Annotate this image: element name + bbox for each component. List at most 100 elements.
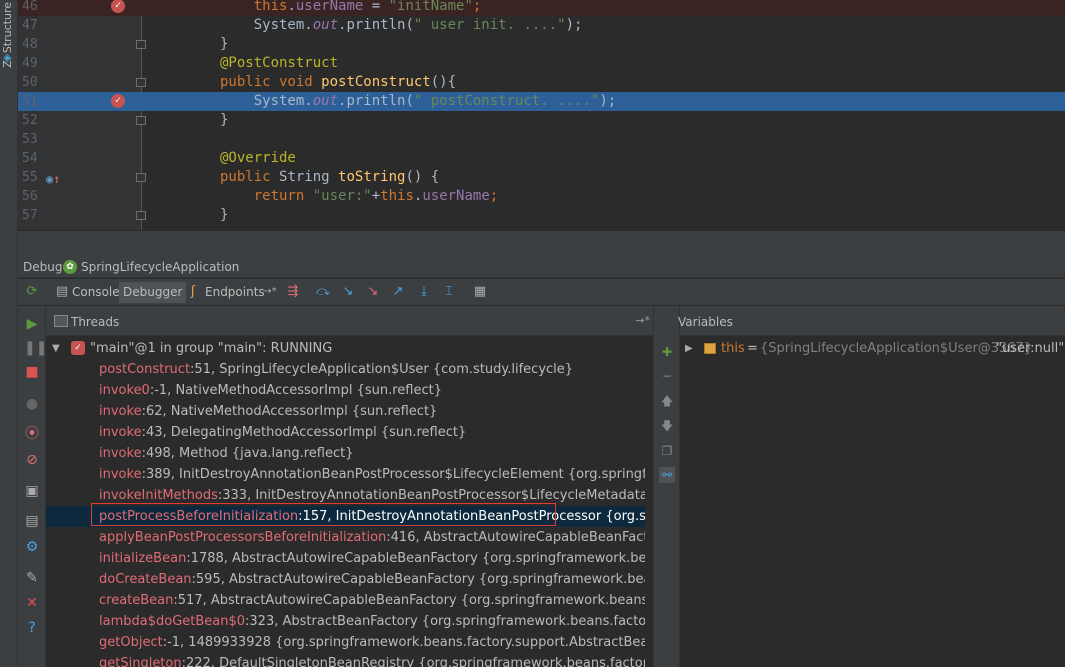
stack-frame[interactable]: createBean:517, AbstractAutowireCapableB…: [46, 590, 653, 611]
line-number[interactable]: 52: [22, 111, 42, 130]
line-number[interactable]: 55: [22, 168, 42, 187]
variables-header: Variables: [678, 306, 1065, 336]
code-token: out: [312, 17, 339, 33]
code-line[interactable]: 54 @Override: [18, 149, 1065, 168]
threads-scrollbar[interactable]: [645, 338, 653, 667]
line-number[interactable]: 50: [22, 73, 42, 92]
debug-config-tab[interactable]: SpringLifecycleApplication: [81, 260, 239, 274]
code-text: }: [220, 206, 228, 225]
move-down-icon[interactable]: 🡇: [659, 418, 675, 434]
evaluate-expression-icon[interactable]: ▦: [472, 284, 488, 300]
structure-tool-strip[interactable]: Z: Structure ◈: [0, 0, 18, 667]
frame-location: :43, DelegatingMethodAccessorImpl {sun.r…: [141, 425, 467, 440]
thread-main[interactable]: ▼ ✓ "main"@1 in group "main": RUNNING: [46, 338, 653, 359]
move-up-icon[interactable]: 🡅: [659, 393, 675, 409]
show-watches-icon[interactable]: ⚯: [659, 467, 675, 483]
stack-frame[interactable]: postConstruct:51, SpringLifecycleApplica…: [46, 359, 653, 380]
variable-row-this[interactable]: ▶ this = {SpringLifecycleApplication$Use…: [680, 338, 1065, 359]
breakpoint-icon[interactable]: ✓: [111, 0, 125, 13]
line-number[interactable]: 56: [22, 187, 42, 206]
stack-frame[interactable]: invoke:389, InitDestroyAnnotationBeanPos…: [46, 464, 653, 485]
frame-location: :222, DefaultSingletonBeanRegistry {org.…: [181, 656, 653, 667]
close-icon[interactable]: ✕: [24, 595, 40, 611]
code-text: public String toString() {: [220, 168, 439, 187]
pin-tab-icon[interactable]: →*: [262, 284, 278, 300]
breakpoint-settings-icon[interactable]: ⊘: [24, 452, 40, 468]
code-text: public void postConstruct(){: [220, 73, 456, 92]
code-line[interactable]: 50 public void postConstruct(){: [18, 73, 1065, 92]
tab-debugger[interactable]: Debugger: [119, 282, 187, 303]
code-line[interactable]: 56 return "user:"+this.userName;: [18, 187, 1065, 206]
line-number[interactable]: 54: [22, 149, 42, 168]
thread-breakpoint-icon: ✓: [71, 341, 85, 355]
threads-pin-icon[interactable]: →*: [635, 314, 650, 327]
code-line[interactable]: 57}: [18, 206, 1065, 225]
code-line[interactable]: 47 System.out.println(" user init. ...."…: [18, 16, 1065, 35]
pin-icon[interactable]: ✎: [24, 570, 40, 586]
code-line[interactable]: 55 ◉↑ public String toString() {: [18, 168, 1065, 187]
frame-location: :416, AbstractAutowireCapableBeanFactory…: [386, 530, 654, 545]
line-number[interactable]: 49: [22, 54, 42, 73]
stack-frame[interactable]: applyBeanPostProcessorsBeforeInitializat…: [46, 527, 654, 548]
view-breakpoints-icon[interactable]: ●: [24, 396, 40, 412]
code-line[interactable]: 53: [18, 130, 1065, 149]
resume-icon[interactable]: ▶: [24, 316, 40, 332]
stack-frame[interactable]: getSingleton:222, DefaultSingletonBeanRe…: [46, 653, 653, 667]
fold-icon[interactable]: [136, 40, 146, 49]
stack-frame[interactable]: invoke:43, DelegatingMethodAccessorImpl …: [46, 422, 653, 443]
line-number[interactable]: 47: [22, 16, 42, 35]
run-to-cursor-icon[interactable]: ⌶: [441, 284, 457, 300]
code-line[interactable]: 51 ✓ System.out.println(" postConstruct. …: [18, 92, 1065, 111]
code-token: public void: [220, 74, 322, 90]
stop-icon[interactable]: ■: [24, 364, 40, 380]
force-step-into-icon[interactable]: ↘: [365, 284, 381, 300]
code-line[interactable]: 52}: [18, 111, 1065, 130]
frame-text: lambda$doGetBean$0:323, AbstractBeanFact…: [99, 611, 653, 632]
stack-frame[interactable]: lambda$doGetBean$0:323, AbstractBeanFact…: [46, 611, 653, 632]
thread-label: "main"@1 in group "main": RUNNING: [90, 341, 333, 356]
code-line[interactable]: 49 @PostConstruct: [18, 54, 1065, 73]
code-editor[interactable]: 46 ✓ this.userName = "initName"; 47 System…: [18, 0, 1065, 230]
pause-icon[interactable]: ❚❚: [24, 340, 47, 356]
line-number[interactable]: 51: [22, 92, 42, 111]
remove-watch-icon[interactable]: −: [659, 368, 675, 384]
new-watch-icon[interactable]: ✚: [659, 344, 675, 360]
breakpoint-icon[interactable]: ✓: [111, 94, 125, 108]
drop-frame-icon[interactable]: ⤓: [416, 284, 432, 300]
stack-frame[interactable]: initializeBean:1788, AbstractAutowireCap…: [46, 548, 653, 569]
stack-frame[interactable]: invoke0:-1, NativeMethodAccessorImpl {su…: [46, 380, 653, 401]
code-token: userName: [422, 188, 490, 204]
help-icon[interactable]: ?: [24, 620, 40, 636]
get-thread-dump-icon[interactable]: ▣: [24, 483, 40, 499]
step-over-icon[interactable]: ⤼: [315, 284, 331, 300]
show-execution-point-icon[interactable]: ⇶: [285, 284, 301, 300]
copy-watch-icon[interactable]: ❐: [659, 443, 675, 459]
line-number[interactable]: 48: [22, 35, 42, 54]
line-number[interactable]: 53: [22, 130, 42, 149]
line-number[interactable]: 46: [22, 0, 42, 16]
fold-icon[interactable]: [136, 173, 146, 182]
fold-icon[interactable]: [136, 116, 146, 125]
stack-frame[interactable]: doCreateBean:595, AbstractAutowireCapabl…: [46, 569, 653, 590]
settings-icon[interactable]: ⚙: [24, 539, 40, 555]
stack-frame[interactable]: invoke:498, Method {java.lang.reflect}: [46, 443, 653, 464]
fold-icon[interactable]: [136, 78, 146, 87]
tab-console[interactable]: Console: [68, 282, 124, 303]
code-line[interactable]: 46 ✓ this.userName = "initName";: [18, 0, 1065, 16]
line-number[interactable]: 57: [22, 206, 42, 225]
rerun-icon[interactable]: ⟳: [24, 284, 40, 300]
restore-layout-icon[interactable]: ▤: [24, 513, 40, 529]
stack-frame[interactable]: getObject:-1, 1489933928 {org.springfram…: [46, 632, 653, 653]
step-out-icon[interactable]: ↗: [390, 284, 406, 300]
stack-frame[interactable]: invoke:62, NativeMethodAccessorImpl {sun…: [46, 401, 653, 422]
expand-arrow-icon[interactable]: ▶: [685, 338, 693, 359]
code-token: postConstruct: [321, 74, 431, 90]
step-into-icon[interactable]: ↘: [340, 284, 356, 300]
frame-method: doCreateBean: [99, 572, 192, 587]
fold-icon[interactable]: [136, 211, 146, 220]
tab-endpoints[interactable]: Endpoints: [201, 282, 269, 303]
mute-breakpoints-icon[interactable]: ⦿: [24, 426, 40, 442]
code-line[interactable]: 48}: [18, 35, 1065, 54]
collapse-arrow-icon[interactable]: ▼: [52, 338, 60, 359]
code-token: .println(: [338, 93, 414, 109]
